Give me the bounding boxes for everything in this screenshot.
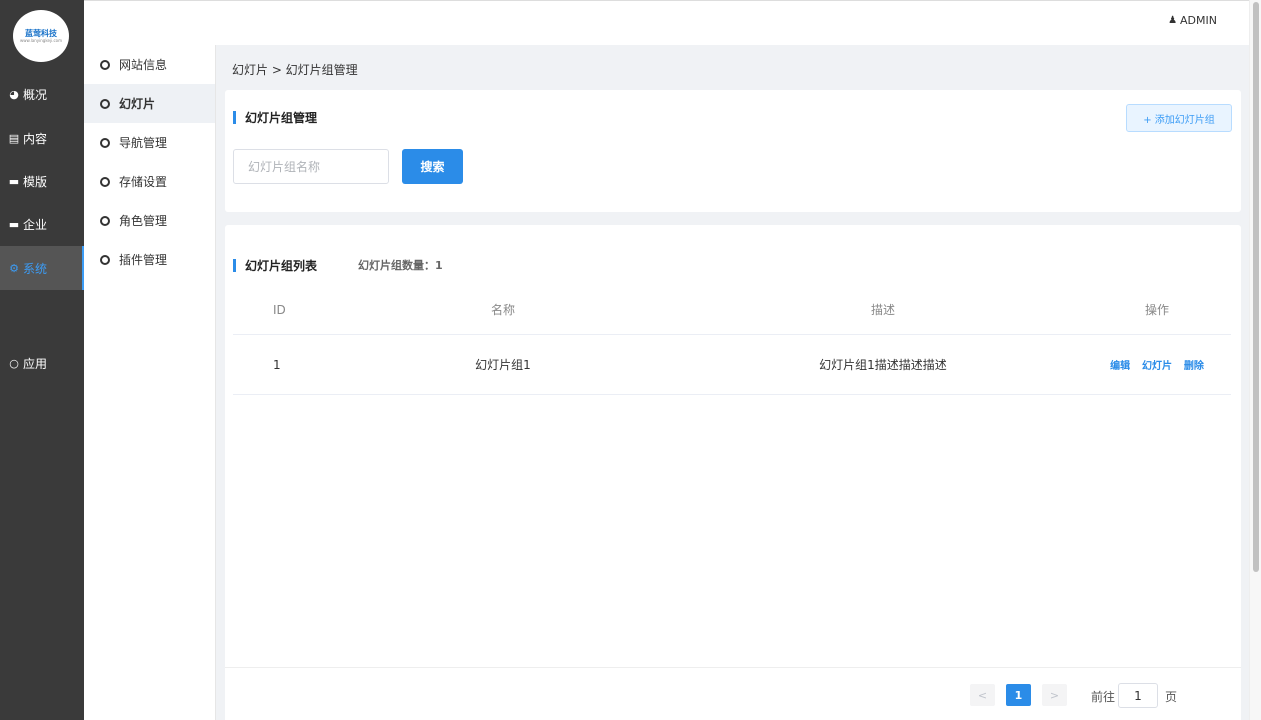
add-slide-group-button[interactable]: + 添加幻灯片组 — [1126, 104, 1232, 132]
circle-icon — [100, 254, 110, 265]
delete-link[interactable]: 删除 — [1184, 361, 1204, 372]
rail-item-overview[interactable]: ◕ 概况 — [0, 72, 84, 116]
section-title: 幻灯片组管理 — [233, 109, 317, 126]
sub-item-roles[interactable]: 角色管理 — [84, 201, 215, 240]
circle-icon — [100, 59, 110, 70]
rail-item-enterprise[interactable]: ▬ 企业 — [0, 202, 84, 246]
rail-item-label: 模版 — [23, 174, 48, 189]
circle-icon — [100, 98, 110, 109]
sub-item-label: 网站信息 — [119, 58, 168, 72]
sub-item-label: 插件管理 — [119, 253, 168, 267]
company-logo[interactable]: 蓝莺科技 www.lanyingkeji.com — [13, 10, 69, 62]
breadcrumb: 幻灯片 > 幻灯片组管理 — [232, 63, 358, 77]
rail-item-label: 概况 — [23, 87, 48, 102]
sub-item-storage[interactable]: 存储设置 — [84, 162, 215, 201]
group-count: 幻灯片组数量：1 — [358, 259, 443, 272]
rail-item-label: 企业 — [23, 217, 48, 232]
cell-desc: 幻灯片组1描述描述描述 — [819, 358, 947, 372]
rail-item-label: 系统 — [23, 261, 48, 276]
top-bar: ♟ ADMIN — [84, 0, 1249, 45]
slides-link[interactable]: 幻灯片 — [1142, 361, 1172, 372]
table-header-row: ID 名称 描述 操作 — [233, 285, 1231, 335]
column-header-id: ID — [273, 302, 286, 317]
sub-item-label: 导航管理 — [119, 136, 168, 150]
circle-icon — [100, 215, 110, 226]
list-card: 幻灯片组列表 幻灯片组数量：1 ID 名称 描述 操作 1 幻灯片组1 幻灯片组… — [225, 225, 1241, 720]
template-icon: ▬ — [8, 174, 20, 188]
goto-page-input[interactable] — [1118, 683, 1158, 708]
dashboard-icon: ◕ — [9, 87, 19, 101]
rail-item-content[interactable]: ▤ 内容 — [0, 116, 84, 160]
rail-item-apps[interactable]: ○ 应用 — [0, 341, 84, 385]
sub-item-slides[interactable]: 幻灯片 — [84, 84, 215, 123]
sub-item-label: 角色管理 — [119, 214, 168, 228]
search-input[interactable] — [233, 149, 389, 184]
cell-ops: 编辑 幻灯片 删除 — [1083, 357, 1231, 372]
next-page-button[interactable]: > — [1042, 684, 1067, 706]
rail-item-label: 内容 — [23, 131, 48, 146]
scrollbar-thumb[interactable] — [1253, 2, 1259, 572]
logo-text: 蓝莺科技 — [25, 29, 57, 38]
page-unit-label: 页 — [1165, 690, 1178, 704]
edit-link[interactable]: 编辑 — [1110, 361, 1130, 372]
user-name: ADMIN — [1180, 14, 1217, 27]
main-content: 幻灯片 > 幻灯片组管理 幻灯片组管理 + 添加幻灯片组 搜索 幻灯片组列表 幻… — [216, 45, 1249, 720]
slide-group-table: ID 名称 描述 操作 1 幻灯片组1 幻灯片组1描述描述描述 编辑 幻灯片 删… — [233, 285, 1231, 395]
sub-item-label: 幻灯片 — [119, 97, 156, 111]
circle-icon: ○ — [9, 356, 19, 370]
list-title: 幻灯片组列表 — [245, 259, 318, 273]
circle-icon — [100, 176, 110, 187]
cell-name: 幻灯片组1 — [475, 358, 531, 372]
manage-title: 幻灯片组管理 — [245, 111, 318, 125]
circle-icon — [100, 137, 110, 148]
user-icon: ♟ — [1168, 15, 1178, 26]
sub-nav: 网站信息 幻灯片 导航管理 存储设置 角色管理 插件管理 — [84, 45, 216, 720]
prev-page-button[interactable]: < — [970, 684, 995, 706]
section-title: 幻灯片组列表 — [233, 257, 317, 274]
manage-card: 幻灯片组管理 + 添加幻灯片组 搜索 — [225, 90, 1241, 212]
title-accent-bar — [233, 111, 236, 124]
logo-subtext: www.lanyingkeji.com — [19, 38, 63, 43]
user-menu[interactable]: ♟ ADMIN — [1168, 14, 1217, 27]
table-row: 1 幻灯片组1 幻灯片组1描述描述描述 编辑 幻灯片 删除 — [233, 335, 1231, 395]
search-button[interactable]: 搜索 — [402, 149, 463, 184]
sub-item-plugins[interactable]: 插件管理 — [84, 240, 215, 279]
sub-item-site-info[interactable]: 网站信息 — [84, 45, 215, 84]
cell-id: 1 — [273, 357, 281, 372]
sub-item-label: 存储设置 — [119, 175, 168, 189]
main-nav-rail: 蓝莺科技 www.lanyingkeji.com ◕ 概况 ▤ 内容 ▬ 模版 … — [0, 0, 84, 720]
rail-item-system[interactable]: ⚙ 系统 — [0, 246, 84, 290]
pagination: < 1 > 前往 页 — [225, 667, 1241, 720]
column-header-desc: 描述 — [870, 303, 895, 317]
sub-item-nav-manage[interactable]: 导航管理 — [84, 123, 215, 162]
rail-item-template[interactable]: ▬ 模版 — [0, 159, 84, 203]
column-header-ops: 操作 — [1144, 303, 1169, 317]
enterprise-icon: ▬ — [8, 217, 20, 231]
title-accent-bar — [233, 259, 236, 272]
rail-item-label: 应用 — [23, 356, 48, 371]
page-scrollbar[interactable] — [1249, 0, 1261, 720]
goto-label: 前往 — [1091, 690, 1116, 704]
page-number-current[interactable]: 1 — [1006, 684, 1031, 706]
gears-icon: ⚙ — [9, 261, 19, 275]
column-header-name: 名称 — [490, 303, 515, 317]
document-icon: ▤ — [8, 131, 20, 145]
